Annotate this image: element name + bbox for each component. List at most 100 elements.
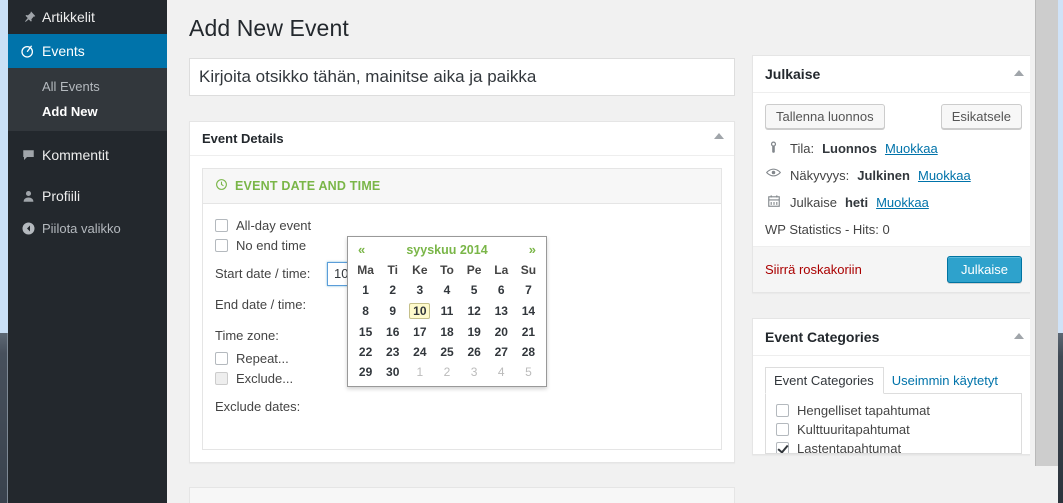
chevron-up-icon[interactable] [1014,333,1024,339]
post-title-input[interactable] [189,58,735,96]
category-checkbox[interactable] [776,404,789,417]
status-value: Luonnos [822,141,877,156]
sidebar-item-profiili[interactable]: Profiili [8,179,167,213]
datepicker-day-cell[interactable]: 9 [379,300,406,322]
datepicker-day-cell[interactable]: 27 [488,342,515,362]
sidebar-item-kommentit[interactable]: Kommentit [8,138,167,172]
datepicker-prev-button[interactable]: « [356,242,367,257]
sidebar-subitem-all-events[interactable]: All Events [8,74,167,99]
datepicker-popup[interactable]: « syyskuu 2014 » Ma Ti Ke To Pe La Su 1 … [347,236,547,387]
datepicker-week-row: 29 30 1 2 3 4 5 [352,362,542,382]
event-categories-list[interactable]: Hengelliset tapahtumat Kulttuuritapahtum… [765,394,1022,454]
category-item[interactable]: Hengelliset tapahtumat [776,403,1011,418]
datepicker-day-label: 25 [440,345,454,359]
weekday-header: Pe [466,263,482,277]
weekday-header: Ma [357,263,374,277]
event-categories-postbox: Event Categories Event Categories Useimm… [752,318,1035,455]
event-categories-header[interactable]: Event Categories [753,319,1034,356]
datepicker-day-cell[interactable]: 21 [515,322,542,342]
sidebar-subitem-add-new[interactable]: Add New [8,99,167,124]
datepicker-day-cell[interactable]: 6 [488,280,515,300]
datepicker-day-cell[interactable]: 19 [461,322,488,342]
datepicker-day-cell[interactable]: 28 [515,342,542,362]
eye-icon [765,167,782,178]
datepicker-day-cell[interactable]: 18 [433,322,460,342]
datepicker-day-cell[interactable]: 13 [488,300,515,322]
datepicker-day-cell[interactable]: 15 [352,322,379,342]
save-draft-button[interactable]: Tallenna luonnos [765,104,885,129]
category-checkbox[interactable] [776,442,789,453]
visibility-edit-link[interactable]: Muokkaa [918,167,971,184]
publish-body: Tallenna luonnos Esikatsele Tila: Luonno… [753,93,1034,246]
category-checkbox[interactable] [776,423,789,436]
datepicker-title: syyskuu 2014 [406,242,488,257]
admin-sidebar: Artikkelit Events All Events Add New Kom… [8,0,175,503]
datepicker-day-cell[interactable]: 26 [461,342,488,362]
datepicker-day-cell: 3 [461,362,488,382]
scrollbar-thumb[interactable] [1036,0,1058,466]
tab-event-categories[interactable]: Event Categories [765,367,884,394]
tab-most-used[interactable]: Useimmin käytetyt [884,368,1007,393]
datepicker-day-cell[interactable]: 16 [379,322,406,342]
datepicker-next-button[interactable]: » [527,242,538,257]
chevron-up-icon[interactable] [714,133,724,139]
next-postbox-partial [189,487,735,503]
collapse-menu-button[interactable]: Piilota valikko [8,213,167,243]
schedule-edit-link[interactable]: Muokkaa [876,194,929,211]
datepicker-day-cell[interactable]: 14 [515,300,542,322]
weekday-header: Ti [387,263,398,277]
datepicker-day-cell[interactable]: 30 [379,362,406,382]
sidebar-label-events: Events [42,43,85,59]
datepicker-weekday-row: Ma Ti Ke To Pe La Su [352,261,542,280]
time-zone-label: Time zone: [215,328,279,343]
event-details-header[interactable]: Event Details [190,122,734,156]
chevron-up-icon[interactable] [1014,70,1024,76]
sidebar-separator [8,131,167,138]
category-item[interactable]: Lastentapahtumat [776,441,1011,453]
datepicker-day-cell[interactable]: 23 [379,342,406,362]
datepicker-day-cell[interactable]: 8 [352,300,379,322]
datepicker-day-cell[interactable]: 22 [352,342,379,362]
preview-button[interactable]: Esikatsele [940,104,1022,129]
datepicker-day-label: 4 [497,365,505,379]
datepicker-day-cell[interactable]: 7 [515,280,542,300]
datepicker-header: « syyskuu 2014 » [352,239,542,261]
datepicker-day-cell[interactable]: 12 [461,300,488,322]
move-to-trash-link[interactable]: Siirrä roskakoriin [765,262,862,277]
datepicker-week-row: 22 23 24 25 26 27 28 [352,342,542,362]
datepicker-day-cell[interactable]: 3 [406,280,433,300]
publish-header[interactable]: Julkaise [753,56,1034,93]
datepicker-week-row: 8 9 10 11 12 13 14 [352,300,542,322]
datepicker-day-cell[interactable]: 25 [433,342,460,362]
datepicker-day-label: 19 [467,325,481,339]
category-item[interactable]: Kulttuuritapahtumat [776,422,1011,437]
datepicker-day-cell[interactable]: 20 [488,322,515,342]
all-day-event-row[interactable]: All-day event [215,218,709,233]
schedule-row: Julkaise heti Muokkaa [765,194,1022,211]
datepicker-day-cell[interactable]: 2 [379,280,406,300]
datepicker-day-cell[interactable]: 4 [433,280,460,300]
datepicker-grid: Ma Ti Ke To Pe La Su 1 2 3 4 5 6 7 8 9 1… [352,261,542,382]
datepicker-day-cell[interactable]: 17 [406,322,433,342]
datepicker-day-label: 2 [443,365,451,379]
datepicker-day-label: 1 [362,283,369,297]
exclude-dates-label: Exclude dates: [215,399,301,414]
datepicker-day-cell[interactable]: 29 [352,362,379,382]
datepicker-day-cell[interactable]: 10 [406,300,433,322]
datepicker-day-label: 3 [470,365,478,379]
datepicker-day-cell[interactable]: 24 [406,342,433,362]
datepicker-day-cell[interactable]: 1 [352,280,379,300]
datepicker-day-label: 3 [416,283,424,297]
datepicker-day-cell[interactable]: 5 [461,280,488,300]
status-edit-link[interactable]: Muokkaa [885,140,938,157]
admin-screen: Artikkelit Events All Events Add New Kom… [0,0,1063,503]
publish-button[interactable]: Julkaise [947,256,1022,283]
sidebar-item-events[interactable]: Events [8,34,175,68]
repeat-checkbox[interactable] [215,352,228,365]
datepicker-day-cell[interactable]: 11 [433,300,460,322]
no-end-time-checkbox[interactable] [215,239,228,252]
datepicker-day-label: 29 [358,365,373,379]
all-day-event-checkbox[interactable] [215,219,228,232]
sidebar-item-artikkelit[interactable]: Artikkelit [8,0,167,34]
sidebar-separator-2 [8,172,167,179]
